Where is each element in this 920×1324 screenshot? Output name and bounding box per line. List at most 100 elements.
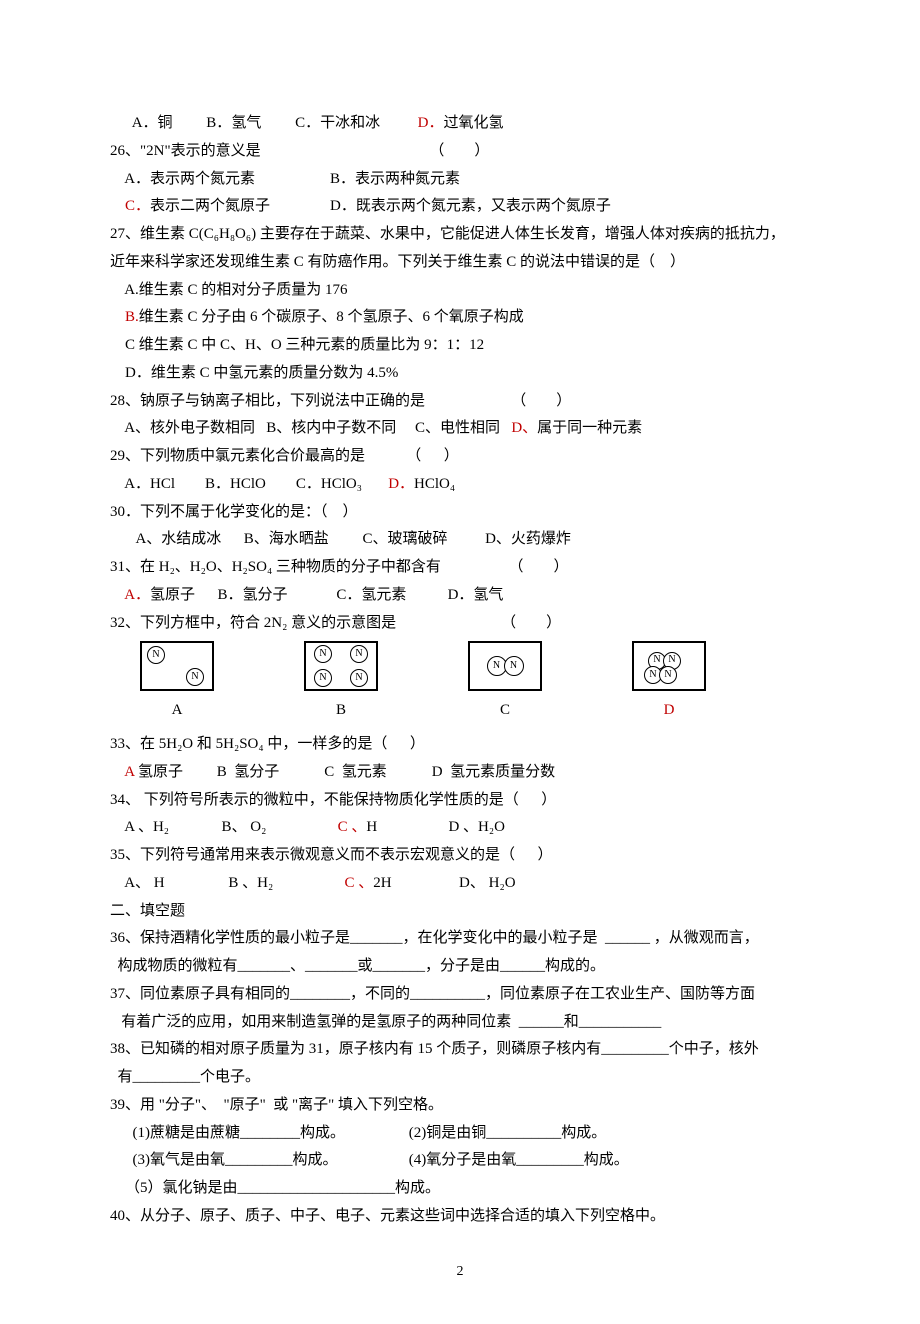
atom-icon: N [350,645,368,663]
q32-labelB: B [336,697,346,725]
q27-line1: 27、维生素 C(C₆H₈O₆) 主要存在于蔬菜、水果中，它能促进人体生长发育，… [110,221,810,249]
q34-stem: 34、 下列符号所表示的微粒中，不能保持物质化学性质的是（ ） [110,787,810,815]
q27-optB-text: 维生素 C 分子由 6 个碳原子、8 个氢原子、6 个氧原子构成 [139,309,524,325]
q39-s2: (2)铜是由铜__________构成。 [409,1125,607,1141]
q32-diagrams: N N A N N N N B NN C NN NN D [140,641,810,725]
optD-text: 过氧化氢 [443,115,503,131]
optA-label: A． [132,115,158,131]
q27-optA: A.维生素 C 的相对分子质量为 176 [110,277,810,305]
q26-optB: B．表示两种氮元素 [330,171,460,187]
q29-optD-label: D． [388,476,414,492]
q32-optB-col: N N N N B [304,641,378,725]
q33-optB: B 氢分子 [217,764,280,780]
q31-options: A．氢原子 B．氢分子 C．氢元素 D．氢气 [110,582,810,610]
q33-optC: C 氢元素 [324,764,387,780]
section2-header: 二、填空题 [110,898,810,926]
q26-row2: C．表示二两个氮原子 D．既表示两个氮元素，又表示两个氮原子 [110,193,810,221]
q39-stem: 39、用 "分子"、 "原子" 或 "离子" 填入下列空格。 [110,1092,810,1120]
q28-stem: 28、钠原子与钠离子相比，下列说法中正确的是 （ ） [110,388,810,416]
q26-optC-text: 表示二两个氮原子 [150,198,270,214]
q35-optD: D、 H₂O [459,875,515,891]
q31-stem: 31、在 H₂、H₂O、H₂SO₄ 三种物质的分子中都含有 （ ） [110,554,810,582]
q32-optD-col: NN NN D [632,641,706,725]
q26-paren: （ ） [429,143,489,159]
optB-text: 氢气 [231,115,261,131]
q39-s4: (4)氧分子是由氧_________构成。 [409,1152,629,1168]
q32-optA-col: N N A [140,641,214,725]
atom-icon: N [504,656,524,676]
q32-labelD: D [664,697,675,725]
q30-optC: C、玻璃破碎 [363,531,448,547]
q34-optC-text: H [366,819,377,835]
q31-optA-text: 氢原子 [150,587,195,603]
q27-optA-text: A.维生素 C 的相对分子质量为 176 [124,282,347,298]
q32-stem-text: 32、下列方框中，符合 2N₂ 意义的示意图是 [110,615,396,631]
q28-optD-label: D、 [511,420,537,436]
q32-stem: 32、下列方框中，符合 2N₂ 意义的示意图是 （ ） [110,610,810,638]
q35-optC-label: C 、 [344,875,373,891]
q32-optC-col: NN C [468,641,542,725]
q29-optA: A．HCl [124,476,175,492]
q28-stem-text: 28、钠原子与钠离子相比，下列说法中正确的是 [110,393,425,409]
q39-row2: (3)氧气是由氧_________构成。 (4)氧分子是由氧_________构… [110,1147,810,1175]
optC-label: C． [295,115,320,131]
q30-optB: B、海水晒盐 [244,531,329,547]
q29-stem: 29、下列物质中氯元素化合价最高的是 （ ） [110,443,810,471]
q32-labelA: A [172,697,183,725]
q26-stem: 26、"2N"表示的意义是 （ ） [110,138,810,166]
q27-optB-label: B. [125,309,139,325]
q29-optD-text: HClO₄ [414,476,455,492]
q28-paren: （ ） [511,393,571,409]
q26-optC-label: C． [125,198,150,214]
q35-optB: B 、H₂ [228,875,273,891]
q34-optA: A 、H₂ [124,819,169,835]
q28-options: A、核外电子数相同 B、核内中子数不同 C、电性相同 D、属于同一种元素 [110,415,810,443]
q30-optD: D、火药爆炸 [485,531,571,547]
q35-optC-text: 2H [373,875,391,891]
q30-optA: A、水结成冰 [135,531,221,547]
q29-options: A．HCl B．HClO C．HClO₃ D．HClO₄ [110,471,810,499]
q31-stem-text: 31、在 H₂、H₂O、H₂SO₄ 三种物质的分子中都含有 [110,559,441,575]
q35-optA: A、 H [124,875,164,891]
atom-icon: N [314,645,332,663]
q26-optD: D．既表示两个氮元素，又表示两个氮原子 [330,198,611,214]
q34-optD: D 、H₂O [448,819,504,835]
q34-optB: B、 O₂ [222,819,267,835]
q27-optD-text: D．维生素 C 中氢元素的质量分数为 4.5% [125,365,398,381]
optA-text: 铜 [158,115,173,131]
q33-optA-label: A [124,764,134,780]
q26-optA: A．表示两个氮元素 [124,171,255,187]
optD-label: D． [418,115,444,131]
q32-boxD: NN NN [632,641,706,691]
q27-optD: D．维生素 C 中氢元素的质量分数为 4.5% [110,360,810,388]
atom-icon: N [186,668,204,686]
q34-options: A 、H₂ B、 O₂ C 、H D 、H₂O [110,814,810,842]
q33-stem: 33、在 5H₂O 和 5H₂SO₄ 中，一样多的是（ ） [110,731,810,759]
q38-line1: 38、已知磷的相对原子质量为 31，原子核内有 15 个质子，则磷原子核内有__… [110,1036,810,1064]
q31-paren: （ ） [508,559,568,575]
q28-optD-text: 属于同一种元素 [537,420,642,436]
q28-optB: B、核内中子数不同 [266,420,396,436]
q28-optA: A、核外电子数相同 [124,420,255,436]
q33-options: A 氢原子 B 氢分子 C 氢元素 D 氢元素质量分数 [110,759,810,787]
q32-boxA: N N [140,641,214,691]
page-number: 2 [110,1259,810,1285]
q38-line2: 有_________个电子。 [110,1064,810,1092]
q36-line1: 36、保持酒精化学性质的最小粒子是_______，在化学变化中的最小粒子是 __… [110,925,810,953]
q39-row1: (1)蔗糖是由蔗糖________构成。 (2)铜是由铜__________构成… [110,1120,810,1148]
q31-optB: B．氢分子 [218,587,288,603]
q37-line1: 37、同位素原子具有相同的________，不同的__________，同位素原… [110,981,810,1009]
q32-boxC: NN [468,641,542,691]
q33-optA-text: 氢原子 [134,764,183,780]
optB-label: B． [206,115,231,131]
q26-stem-text: 26、"2N"表示的意义是 [110,143,261,159]
q27-optC-text: C 维生素 C 中 C、H、O 三种元素的质量比为 9：1：12 [125,337,484,353]
atom-icon: N [659,666,677,684]
q39-s5: （5）氯化钠是由_____________________构成。 [125,1180,440,1196]
q29-paren: （ ） [406,448,459,464]
q32-paren: （ ） [501,615,561,631]
q35-stem: 35、下列符号通常用来表示微观意义而不表示宏观意义的是（ ） [110,842,810,870]
q36-line2: 构成物质的微粒有_______、_______或_______，分子是由____… [110,953,810,981]
q26-row1: A．表示两个氮元素 B．表示两种氮元素 [110,166,810,194]
q39-s1: (1)蔗糖是由蔗糖________构成。 [133,1125,346,1141]
